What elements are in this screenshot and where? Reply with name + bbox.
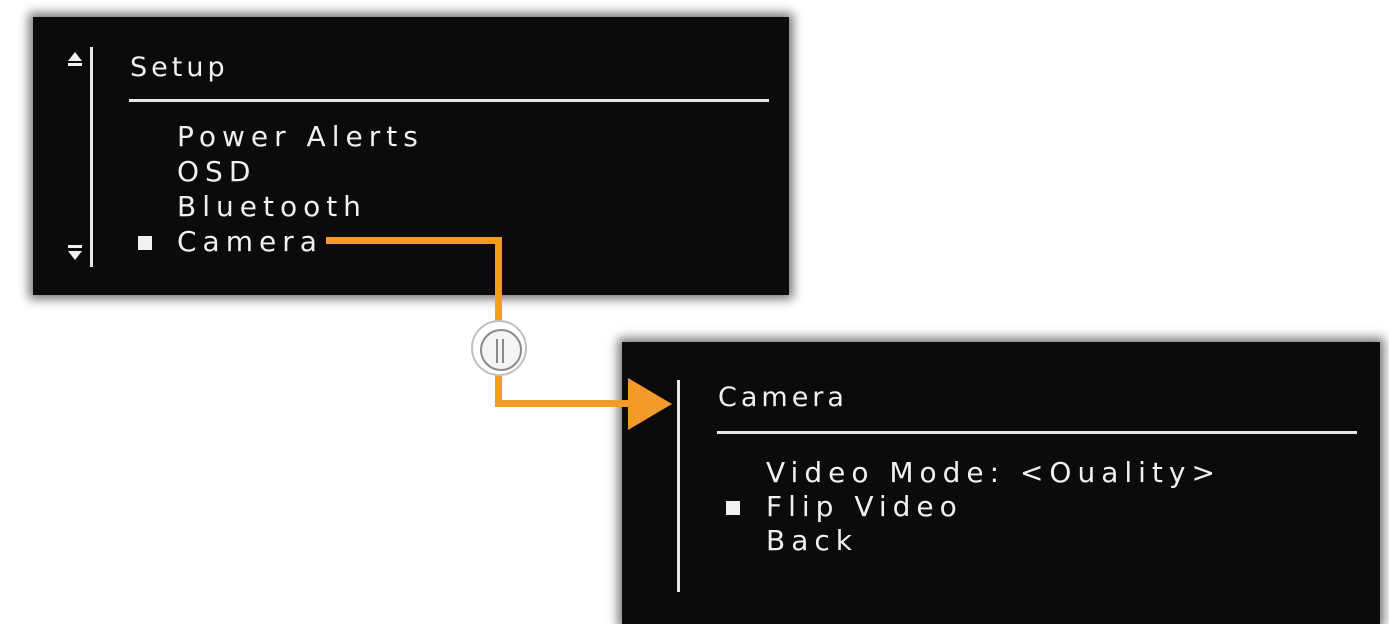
selected-square-bullet-icon [726,501,740,515]
control-knob-icon [471,320,527,376]
menu-item-flip-video[interactable]: Flip Video [766,490,963,524]
title-divider [129,99,769,102]
camera-menu-title: Camera [718,382,848,413]
scrollbar-track[interactable] [677,380,680,592]
menu-item-osd[interactable]: OSD [177,155,256,189]
setup-menu-title: Setup [130,52,229,83]
connector-horizontal-top [326,237,502,244]
menu-item-video-mode[interactable]: Video Mode: <Ouality> [766,456,1221,490]
connector-horizontal-bottom [495,400,635,407]
selected-square-bullet-icon [138,236,152,250]
menu-item-power-alerts[interactable]: Power Alerts [177,120,424,154]
orange-arrow-head-icon [628,378,672,430]
setup-menu-panel: Setup Power Alerts OSD Bluetooth Camera [33,17,789,295]
menu-item-back[interactable]: Back [766,524,858,558]
scroll-down-icon[interactable] [66,242,84,264]
scroll-up-icon[interactable] [66,50,84,70]
scrollbar-track[interactable] [90,47,93,267]
camera-menu-panel: Camera Video Mode: <Ouality> Flip Video … [622,342,1380,624]
title-divider [717,431,1357,434]
menu-item-camera[interactable]: Camera [177,225,323,259]
menu-item-bluetooth[interactable]: Bluetooth [177,190,367,224]
